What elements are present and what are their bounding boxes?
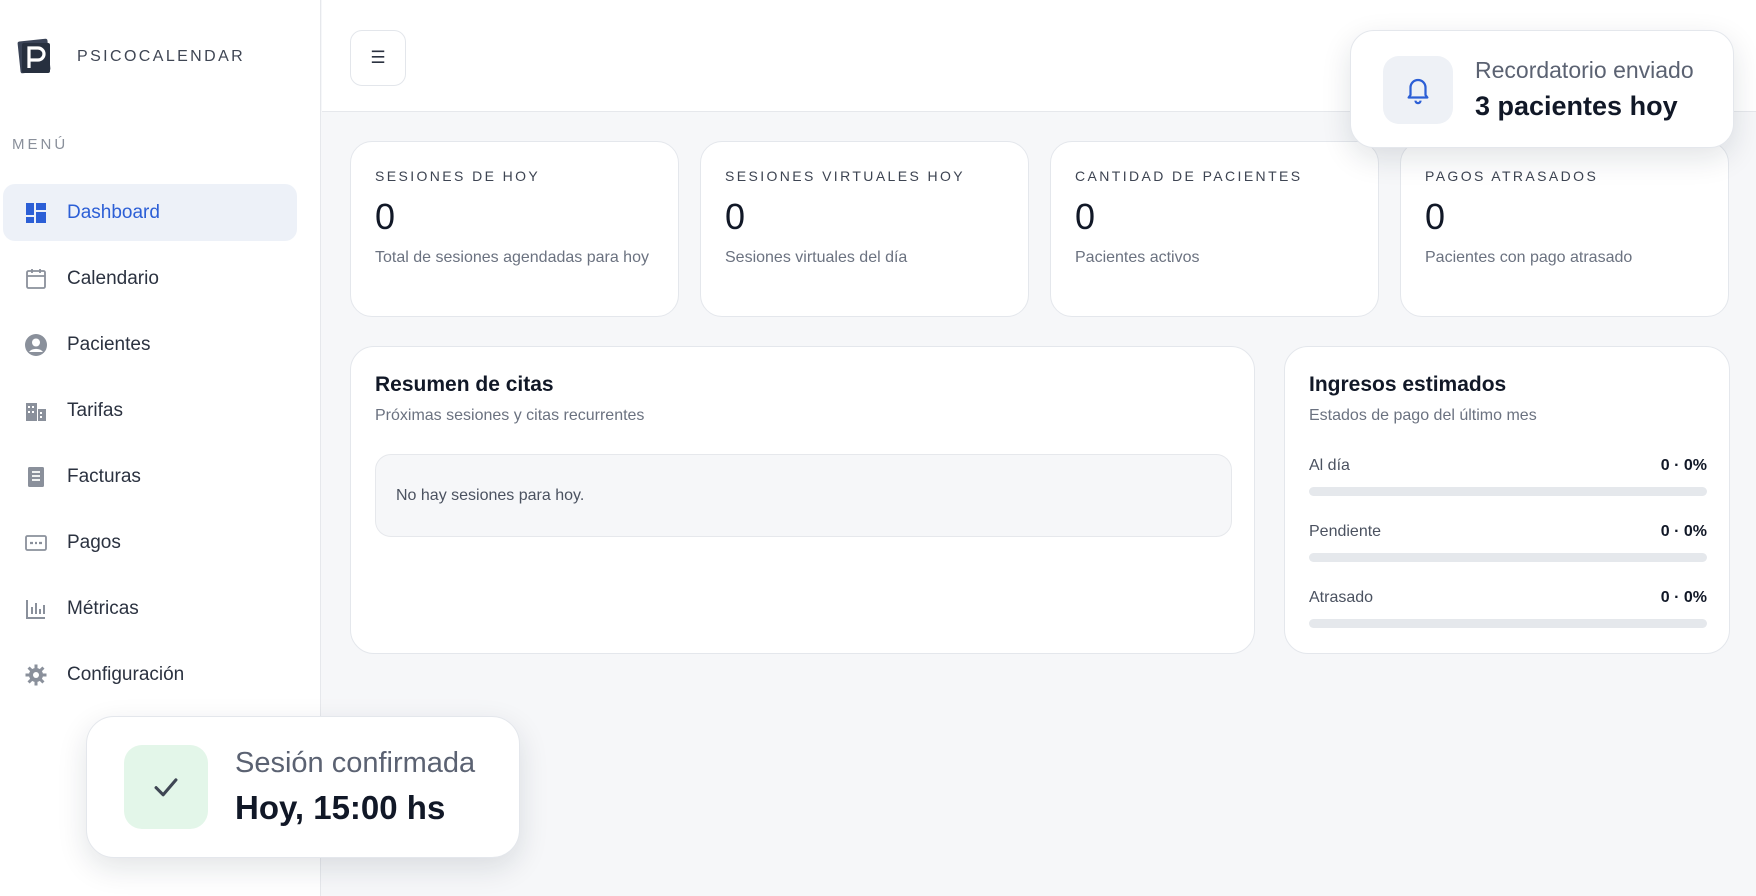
brand-name: PSICOCALENDAR [77,48,246,65]
sidebar-item-label: Pacientes [67,333,151,355]
toast-title: Sesión confirmada [235,747,476,779]
income-value: 0 · 0% [1660,457,1707,474]
toast-detail: Hoy, 15:00 hs [235,789,446,826]
stat-title: SESIONES DE HOY [375,168,541,184]
stat-card-cantidad-pacientes: CANTIDAD DE PACIENTES 0 Pacientes activo… [1050,141,1379,317]
stat-card-sesiones-virtuales: SESIONES VIRTUALES HOY 0 Sesiones virtua… [700,141,1029,317]
income-label: Atrasado [1309,589,1374,606]
stat-description: Pacientes activos [1075,249,1200,266]
income-value: 0 · 0% [1660,589,1707,606]
calendar-icon [23,266,49,292]
panel-subtitle: Próximas sesiones y citas recurrentes [375,407,645,424]
gear-icon [23,662,49,688]
sidebar-item-metricas[interactable]: Métricas [3,580,297,637]
income-label: Al día [1309,457,1350,474]
income-panel: Ingresos estimados Estados de pago del ú… [1284,346,1730,654]
user-circle-icon [23,332,49,358]
toast-title: Recordatorio enviado [1475,57,1694,83]
sidebar-item-calendario[interactable]: Calendario [3,250,297,307]
bar-chart-icon [23,596,49,622]
check-icon [124,745,208,829]
sidebar-item-label: Facturas [67,465,141,487]
stat-card-pagos-atrasados: PAGOS ATRASADOS 0 Pacientes con pago atr… [1400,141,1729,317]
sidebar-item-label: Configuración [67,663,185,685]
p-logo-icon [17,38,51,74]
stat-value: 0 [1075,196,1096,237]
reminder-toast[interactable]: Recordatorio enviado 3 pacientes hoy [1350,30,1734,148]
receipt-icon [23,464,49,490]
progress-track [1309,487,1707,496]
income-row-pendiente: Pendiente 0 · 0% [1309,523,1707,562]
menu-title: MENÚ [12,136,69,153]
progress-track [1309,553,1707,562]
panel-title: Ingresos estimados [1309,373,1507,396]
sidebar-item-label: Dashboard [67,201,160,223]
card-icon [23,530,49,556]
sidebar-item-label: Calendario [67,267,159,289]
panel-title: Resumen de citas [375,373,554,396]
income-row-al-dia: Al día 0 · 0% [1309,457,1707,496]
sidebar-item-configuracion[interactable]: Configuración [3,646,297,703]
stat-title: SESIONES VIRTUALES HOY [725,168,966,184]
stat-title: PAGOS ATRASADOS [1425,168,1599,184]
sidebar-item-label: Métricas [67,597,139,619]
stat-description: Sesiones virtuales del día [725,249,908,266]
appointments-summary-panel: Resumen de citas Próximas sesiones y cit… [350,346,1255,654]
stat-description: Total de sesiones agendadas para hoy [375,249,649,266]
buildings-icon [23,398,49,424]
income-row-atrasado: Atrasado 0 · 0% [1309,589,1707,628]
sidebar-item-label: Tarifas [67,399,123,421]
brand[interactable]: PSICOCALENDAR [16,38,245,76]
sidebar-item-label: Pagos [67,531,121,553]
income-value: 0 · 0% [1660,523,1707,540]
stat-value: 0 [1425,196,1446,237]
sidebar-item-pagos[interactable]: Pagos [3,514,297,571]
sidebar-nav: Dashboard Calendario Pacientes Tarifas F… [3,184,297,712]
bell-icon [1383,56,1453,124]
toast-detail: 3 pacientes hoy [1475,91,1678,121]
stat-description: Pacientes con pago atrasado [1425,249,1633,266]
stat-title: CANTIDAD DE PACIENTES [1075,168,1303,184]
income-label: Pendiente [1309,523,1382,540]
stat-value: 0 [725,196,746,237]
dashboard-icon [23,200,49,226]
sidebar-item-tarifas[interactable]: Tarifas [3,382,297,439]
empty-state: No hay sesiones para hoy. [375,454,1232,537]
confirmation-toast[interactable]: Sesión confirmada Hoy, 15:00 hs [86,716,520,858]
sidebar-item-dashboard[interactable]: Dashboard [3,184,297,241]
stat-value: 0 [375,196,396,237]
stat-card-sesiones-hoy: SESIONES DE HOY 0 Total de sesiones agen… [350,141,679,317]
panel-subtitle: Estados de pago del último mes [1309,407,1537,424]
progress-track [1309,619,1707,628]
menu-toggle-button[interactable]: ☰ [350,30,406,86]
sidebar-item-pacientes[interactable]: Pacientes [3,316,297,373]
sidebar-item-facturas[interactable]: Facturas [3,448,297,505]
